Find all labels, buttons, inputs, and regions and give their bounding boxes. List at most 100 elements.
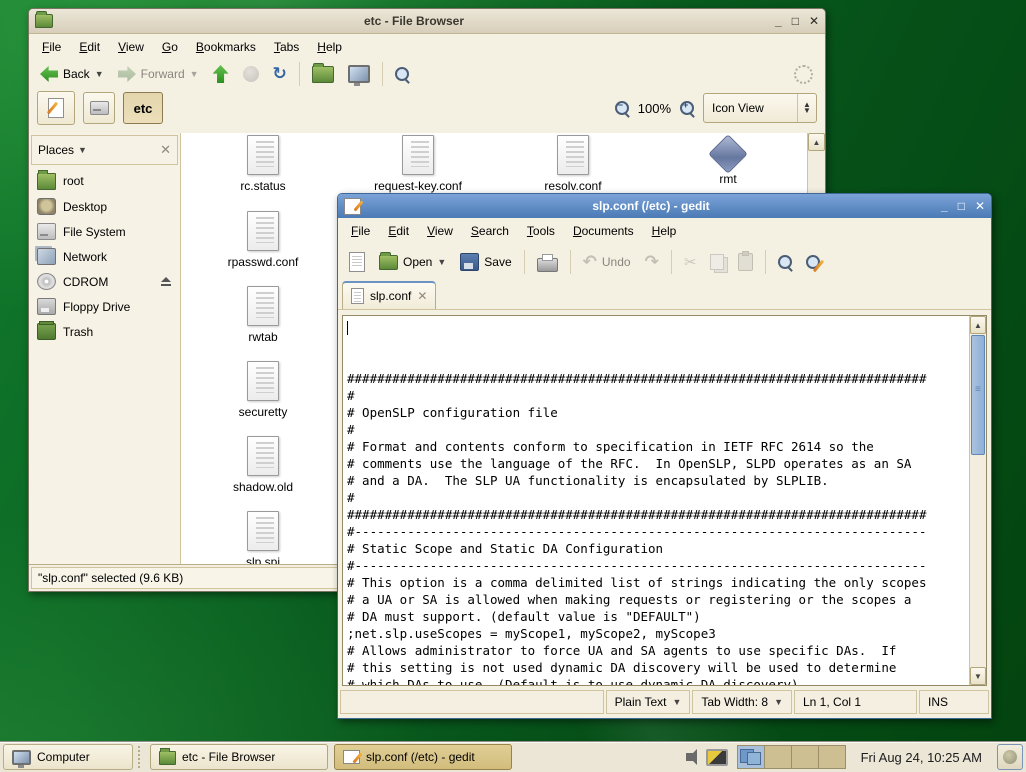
places-close-icon[interactable]: ✕ [160,142,171,158]
close-button[interactable]: ✕ [809,15,819,27]
file-item[interactable]: shadow.old [193,436,333,494]
menu-item[interactable]: Edit [381,221,416,241]
open-button[interactable]: Open ▼ [374,252,451,273]
place-item[interactable]: Network [29,244,180,269]
computer-button[interactable] [343,62,375,86]
current-path-button[interactable]: etc [123,92,163,124]
zoom-in-icon[interactable]: + [680,101,694,115]
scroll-down-icon[interactable]: ▼ [970,667,986,685]
file-item[interactable]: slp.spi [193,511,333,565]
gedit-toolbar: Open ▼ Save ↶ Undo ↷ ✂ [338,244,991,280]
scrollbar-thumb[interactable] [971,335,985,455]
file-item[interactable]: rpasswd.conf [193,211,333,269]
view-mode-select[interactable]: Icon View ▲▼ [703,93,817,123]
task-window-button[interactable]: slp.conf (/etc) - gedit [334,744,512,770]
workspace-3[interactable] [792,746,819,768]
file-item[interactable]: rc.status [193,135,333,193]
toggle-location-entry-button[interactable] [37,91,75,125]
new-button[interactable] [344,249,370,275]
editor-scrollbar[interactable]: ▲ ▼ [969,316,986,685]
computer-menu-button[interactable]: Computer [3,744,133,770]
task-window-button[interactable]: etc - File Browser [150,744,328,770]
root-path-button[interactable] [83,92,115,124]
menu-item[interactable]: Edit [72,37,107,57]
replace-button[interactable] [801,252,825,272]
tab-close-icon[interactable]: ✕ [417,289,427,303]
clock[interactable]: Fri Aug 24, 10:25 AM [855,750,988,765]
display-settings-icon[interactable] [706,749,728,766]
place-item[interactable]: Desktop [29,194,180,219]
close-button[interactable]: ✕ [975,200,985,212]
redo-button[interactable]: ↷ [640,251,664,273]
gedit-statusbar: Plain Text ▼ Tab Width: 8 ▼ Ln 1, Col 1 … [338,686,991,718]
menu-item[interactable]: File [344,221,377,241]
save-button[interactable]: Save [455,250,516,274]
undo-button[interactable]: ↶ Undo [578,251,636,273]
document-tab[interactable]: slp.conf ✕ [342,281,436,309]
volume-icon[interactable] [686,753,693,761]
menu-item[interactable]: Tabs [267,37,306,57]
workspace-4[interactable] [819,746,845,768]
menu-item[interactable]: Help [645,221,684,241]
cut-icon: ✂ [684,253,697,271]
copy-button[interactable] [705,251,729,273]
maximize-button[interactable]: □ [958,200,965,212]
menu-item[interactable]: Go [155,37,185,57]
place-item[interactable]: File System [29,219,180,244]
stop-button[interactable] [238,63,264,85]
menu-item[interactable]: File [35,37,68,57]
file-item[interactable]: request-key.conf [348,135,488,193]
document-icon [351,288,364,304]
cut-button[interactable]: ✂ [679,250,702,274]
file-browser-titlebar[interactable]: etc - File Browser _ □ ✕ [29,9,825,34]
place-item[interactable]: CDROM [29,269,180,294]
replace-icon [806,255,820,269]
up-button[interactable] [208,62,234,86]
text-editor[interactable]: ########################################… [343,316,969,685]
menu-item[interactable]: Tools [520,221,562,241]
place-item[interactable]: Trash [29,319,180,344]
overwrite-mode[interactable]: INS [919,690,989,714]
zoom-out-icon[interactable]: − [615,101,629,115]
show-desktop-button[interactable] [997,744,1023,770]
scroll-up-icon[interactable]: ▲ [808,133,825,151]
code-line: ;net.slp.useScopes = myScope1, myScope2,… [347,625,969,642]
menu-item[interactable]: View [420,221,460,241]
workspace-1[interactable] [738,746,765,768]
reload-button[interactable]: ↻ [268,63,292,85]
file-item[interactable]: rwtab [193,286,333,344]
back-dropdown-icon[interactable]: ▼ [95,69,104,79]
home-button[interactable] [307,63,339,86]
paste-button[interactable] [733,250,758,274]
file-item[interactable]: resolv.conf [503,135,643,193]
open-dropdown-icon[interactable]: ▼ [437,257,446,267]
menu-item[interactable]: Search [464,221,516,241]
file-item[interactable]: securetty [193,361,333,419]
eject-icon[interactable] [160,277,172,287]
workspace-2[interactable] [765,746,792,768]
minimize-button[interactable]: _ [775,15,782,27]
folder-icon [35,14,53,28]
menu-item[interactable]: Bookmarks [189,37,263,57]
print-button[interactable] [532,250,563,275]
panel-grip[interactable] [138,746,145,768]
scroll-up-icon[interactable]: ▲ [970,316,986,334]
find-button[interactable] [773,252,797,272]
reload-icon: ↻ [273,66,287,82]
tab-width-select[interactable]: Tab Width: 8 ▼ [692,690,792,714]
places-header[interactable]: Places ▼ ✕ [31,135,178,165]
maximize-button[interactable]: □ [792,15,799,27]
language-select[interactable]: Plain Text ▼ [606,690,691,714]
place-item[interactable]: Floppy Drive [29,294,180,319]
search-button[interactable] [390,64,414,84]
menu-item[interactable]: View [111,37,151,57]
menu-item[interactable]: Documents [566,221,641,241]
file-item[interactable]: rmt [658,135,798,186]
gedit-titlebar[interactable]: slp.conf (/etc) - gedit _ □ ✕ [338,194,991,218]
menu-item[interactable]: Help [310,37,349,57]
place-item[interactable]: root [29,167,180,194]
minimize-button[interactable]: _ [941,200,948,212]
back-button[interactable]: Back ▼ [35,63,109,85]
forward-button[interactable]: Forward ▼ [113,63,204,85]
workspace-switcher[interactable] [737,745,846,769]
